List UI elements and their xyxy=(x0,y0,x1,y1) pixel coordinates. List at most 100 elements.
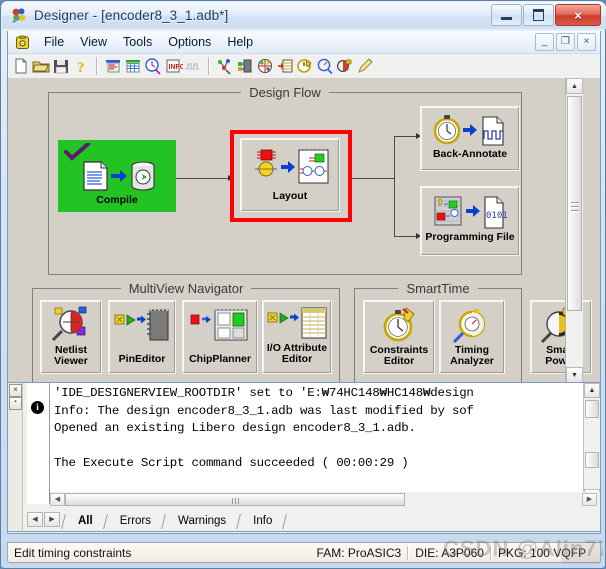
main-toolbar: ? INFO xyxy=(8,54,600,79)
canvas-vscroll-thumb[interactable] xyxy=(567,96,582,311)
close-button[interactable]: × xyxy=(555,4,601,26)
mdi-restore-button[interactable]: ❐ xyxy=(556,33,575,51)
programming-info-icon[interactable]: INFO xyxy=(163,56,183,76)
chip-planner-icon[interactable] xyxy=(255,56,275,76)
tool-constraints-editor[interactable]: Constraints Editor xyxy=(363,300,435,374)
tool-timing-analyzer-label: Timing Analyzer xyxy=(450,344,494,367)
menu-bar: File View Tools Options Help _ ❐ × xyxy=(8,31,600,54)
minimize-button[interactable] xyxy=(491,4,522,26)
log-output[interactable]: 'IDE_DESIGNERVIEW_ROOTDIR' set to 'E:₩74… xyxy=(50,383,583,504)
smart-power-icon[interactable] xyxy=(335,56,355,76)
constraints-editor-tool-icon xyxy=(378,306,420,344)
compile-icon[interactable] xyxy=(103,56,123,76)
new-file-icon[interactable] xyxy=(11,56,31,76)
log-vertical-scrollbar[interactable]: ▲ ▼ xyxy=(583,383,600,504)
edit-pencil-icon[interactable] xyxy=(355,56,375,76)
log-panel: × ▪ i 'IDE_DESIGNERVIEW_ROOTDIR' set to … xyxy=(7,382,601,532)
watermark-box xyxy=(561,542,601,564)
connector-compile-layout xyxy=(176,178,230,179)
design-flow-node-compile[interactable]: Compile xyxy=(58,140,176,212)
log-panel-sidebar: × ▪ xyxy=(8,383,23,531)
log-hscroll-thumb[interactable] xyxy=(65,493,405,506)
tab-errors[interactable]: Errors xyxy=(111,514,160,529)
connector-vertical-split xyxy=(394,136,395,236)
back-annotate-node-icon xyxy=(432,113,508,147)
menu-item-file[interactable]: File xyxy=(36,33,72,52)
log-vscroll-thumb[interactable] xyxy=(585,400,599,418)
design-flow-group-header: Design Flow xyxy=(49,84,521,100)
scroll-up-button[interactable]: ▲ xyxy=(566,78,583,94)
layout-node-icon xyxy=(251,147,329,189)
connector-layout-split xyxy=(351,178,395,179)
window-title: Designer - [encoder8_3_1.adb*] xyxy=(34,8,229,23)
design-flow-node-compile-label: Compile xyxy=(96,194,138,206)
help-question-icon[interactable]: ? xyxy=(71,56,91,76)
tab-nav-prev[interactable]: ◀ xyxy=(27,512,43,527)
log-line: 'IDE_DESIGNERVIEW_ROOTDIR' set to 'E:₩74… xyxy=(54,386,474,400)
scroll-down-button[interactable]: ▼ xyxy=(566,367,583,383)
tab-nav-next[interactable]: ▶ xyxy=(44,512,60,527)
io-attribute-editor-icon[interactable] xyxy=(275,56,295,76)
constraints-editor-icon[interactable] xyxy=(295,56,315,76)
menu-item-options[interactable]: Options xyxy=(160,33,219,52)
tool-chip-planner[interactable]: ChipPlanner xyxy=(182,300,258,374)
compile-node-icon xyxy=(78,160,156,192)
log-scroll-right-button[interactable]: ▶ xyxy=(582,493,597,506)
programming-file-node-icon: 01010I xyxy=(432,194,508,230)
toolbar-separator-2 xyxy=(208,57,210,75)
save-disk-icon[interactable] xyxy=(51,56,71,76)
canvas-vertical-scrollbar[interactable]: ▲ ▼ xyxy=(565,78,583,383)
pin-editor-icon[interactable] xyxy=(235,56,255,76)
window-controls: × xyxy=(491,4,601,26)
open-folder-icon[interactable] xyxy=(31,56,51,76)
design-flow-node-layout[interactable]: Layout xyxy=(240,138,340,212)
log-dock-icon[interactable]: ▪ xyxy=(9,397,22,410)
log-close-icon[interactable]: × xyxy=(9,384,22,397)
tool-io-attribute-editor[interactable]: I/O Attribute Editor xyxy=(262,300,332,374)
tab-info[interactable]: Info xyxy=(244,514,281,529)
tab-all[interactable]: All xyxy=(69,514,102,529)
log-scroll-left-button[interactable]: ◀ xyxy=(50,493,65,506)
mdi-minimize-button[interactable]: _ xyxy=(535,33,554,51)
window-titlebar[interactable]: Designer - [encoder8_3_1.adb*] × xyxy=(2,2,606,29)
design-flow-canvas[interactable]: Design Flow Compile Layout Back-Annotate… xyxy=(8,78,592,383)
tab-warnings[interactable]: Warnings xyxy=(169,514,235,529)
menu-item-tools[interactable]: Tools xyxy=(115,33,160,52)
tab-divider xyxy=(281,513,290,529)
design-flow-node-programming-file[interactable]: 01010I Programming File xyxy=(420,186,520,256)
tool-netlist-viewer[interactable]: Netlist Viewer xyxy=(40,300,102,374)
smarttime-group-label: SmartTime xyxy=(398,280,478,296)
menu-item-view[interactable]: View xyxy=(72,33,115,52)
mdi-close-button[interactable]: × xyxy=(577,33,596,51)
tab-divider xyxy=(60,513,69,529)
scroll-grip-icon xyxy=(571,200,579,212)
log-vscroll-thumb-lower[interactable] xyxy=(585,452,599,468)
io-attribute-editor-tool-icon xyxy=(267,306,327,342)
compile-checkmark-icon xyxy=(64,143,90,161)
toolbar-separator xyxy=(96,57,98,75)
tab-divider xyxy=(160,513,169,529)
menu-item-help[interactable]: Help xyxy=(219,33,261,52)
status-message: Edit timing constraints xyxy=(14,545,132,560)
netlist-viewer-icon[interactable] xyxy=(215,56,235,76)
design-flow-node-back-annotate[interactable]: Back-Annotate xyxy=(420,106,520,171)
minimize-icon xyxy=(501,16,512,20)
maximize-icon xyxy=(533,9,544,21)
design-flow-node-programming-file-label: Programming File xyxy=(425,231,515,243)
log-scroll-up-button[interactable]: ▲ xyxy=(584,383,600,398)
timing-analyzer-icon[interactable] xyxy=(315,56,335,76)
timing-clock-icon[interactable] xyxy=(143,56,163,76)
maximize-button[interactable] xyxy=(523,4,554,26)
log-tab-strip: ◀ ▶ All Errors Warnings Info xyxy=(27,509,600,529)
netlist-viewer-tool-icon xyxy=(49,305,93,343)
svg-text:01010I: 01010I xyxy=(486,211,508,221)
tool-timing-analyzer[interactable]: Timing Analyzer xyxy=(439,300,505,374)
tab-divider xyxy=(235,513,244,529)
multiview-navigator-group-header: MultiView Navigator xyxy=(33,280,340,296)
chip-planner-tool-icon xyxy=(189,307,251,345)
info-icon: i xyxy=(31,401,44,414)
log-horizontal-scrollbar[interactable]: ◀ ▶ xyxy=(50,492,600,507)
tool-pin-editor[interactable]: PinEditor xyxy=(108,300,176,374)
layout-icon[interactable] xyxy=(123,56,143,76)
